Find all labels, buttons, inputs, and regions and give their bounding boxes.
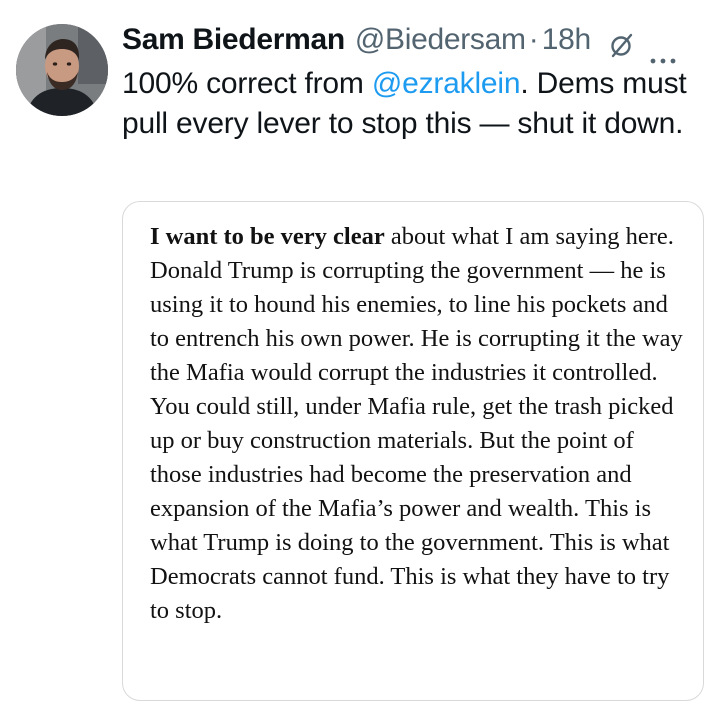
avatar[interactable] bbox=[16, 24, 108, 116]
avatar-photo-icon bbox=[16, 24, 108, 116]
separator-dot: · bbox=[528, 23, 539, 56]
display-name[interactable]: Sam Biederman bbox=[122, 18, 345, 62]
quote-card[interactable]: I want to be very clear about what I am … bbox=[122, 201, 704, 701]
tweet-header: Sam Biederman @Biedersam · 18h bbox=[122, 18, 712, 64]
quote-body: about what I am saying here. Donald Trum… bbox=[150, 223, 689, 624]
quote-text: I want to be very clear about what I am … bbox=[150, 220, 690, 628]
quote-bold-lead: I want to be very clear bbox=[150, 223, 385, 250]
mention-link[interactable]: @ezraklein bbox=[372, 67, 521, 100]
user-handle[interactable]: @Biedersam bbox=[355, 18, 526, 62]
tweet-text: 100% correct from @ezraklein. Dems must … bbox=[122, 64, 702, 144]
timestamp[interactable]: 18h bbox=[542, 18, 591, 62]
grok-icon[interactable] bbox=[609, 27, 635, 58]
tweet[interactable]: Sam Biederman @Biedersam · 18h 100% corr… bbox=[0, 0, 720, 701]
more-options-icon[interactable] bbox=[649, 35, 677, 64]
tweet-text-lead: 100% correct from bbox=[122, 67, 372, 100]
